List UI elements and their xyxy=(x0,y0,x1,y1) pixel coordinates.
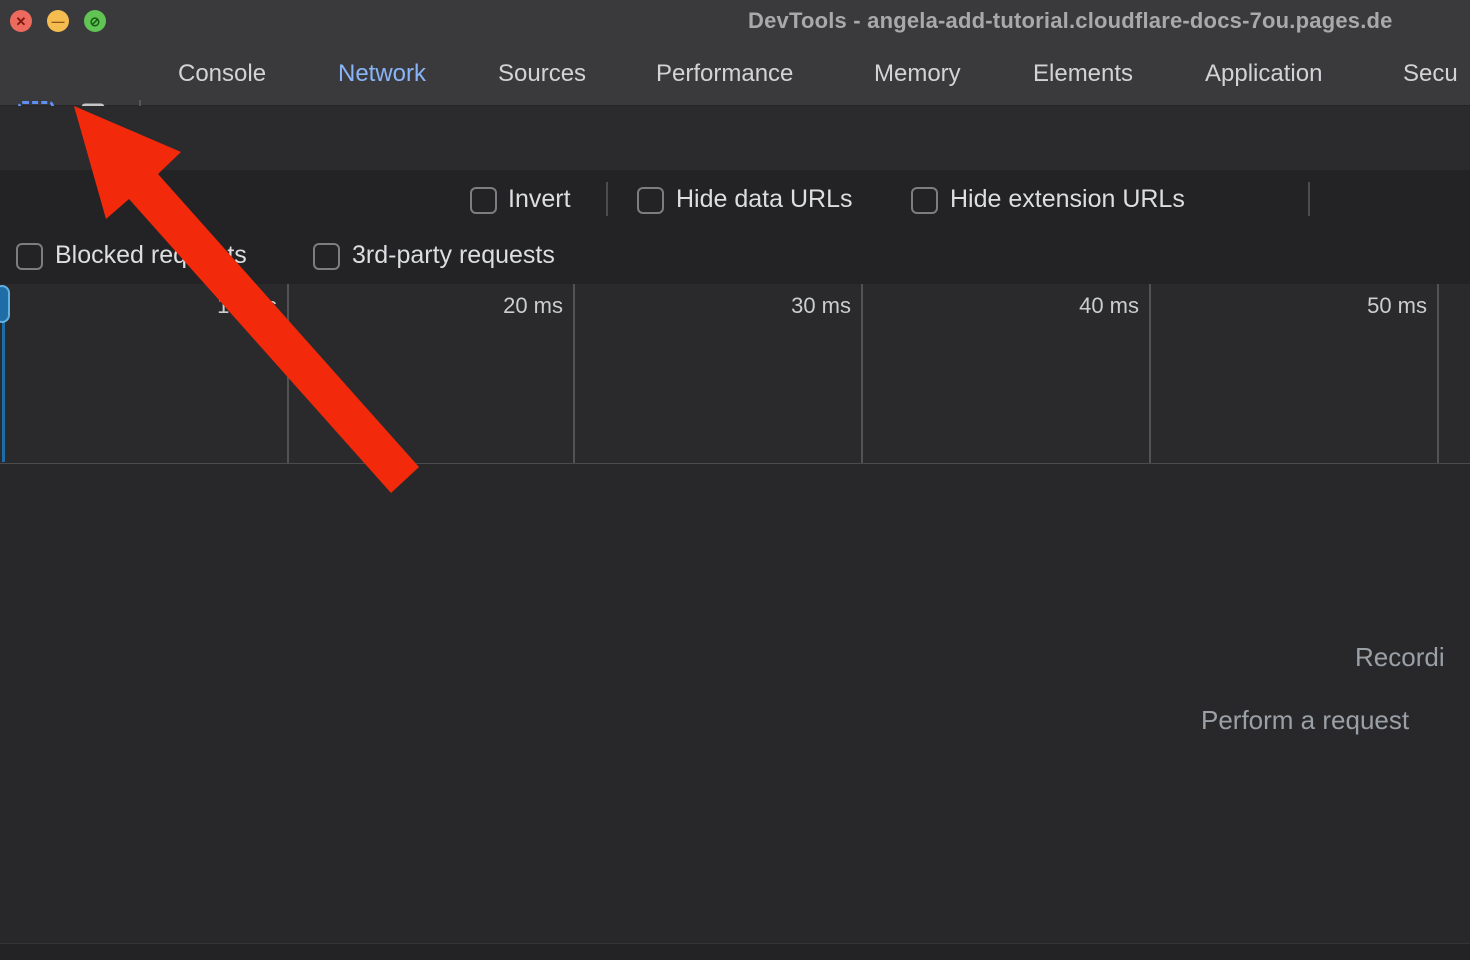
tab-console[interactable]: Console xyxy=(178,42,266,105)
timeline-selection-handle[interactable] xyxy=(0,285,10,323)
timeline-tick: 20 ms xyxy=(443,293,563,319)
invert-checkbox[interactable] xyxy=(470,187,497,214)
timeline-gridline xyxy=(1149,284,1151,463)
hide-data-urls-checkbox[interactable] xyxy=(637,187,664,214)
tab-network[interactable]: Network xyxy=(338,42,426,105)
hide-data-urls-label: Hide data URLs xyxy=(676,185,852,214)
tab-performance[interactable]: Performance xyxy=(656,42,793,105)
window-title: DevTools - angela-add-tutorial.cloudflar… xyxy=(748,8,1393,34)
zoom-window-button[interactable]: ⊘ xyxy=(84,10,106,32)
timeline-tick: 40 ms xyxy=(1019,293,1139,319)
tab-elements[interactable]: Elements xyxy=(1033,42,1133,105)
hide-extension-urls-checkbox[interactable] xyxy=(911,187,938,214)
hide-extension-urls-label: Hide extension URLs xyxy=(950,185,1185,214)
third-party-requests-checkbox[interactable] xyxy=(313,243,340,270)
requests-empty-area: Recordi Perform a request xyxy=(0,464,1470,943)
timeline-tick: 30 ms xyxy=(731,293,851,319)
bottom-strip xyxy=(0,943,1470,960)
timeline-gridline xyxy=(861,284,863,463)
devtools-tab-bar: Console Network Sources Performance Memo… xyxy=(0,42,1470,106)
timeline-tick: 10 ms xyxy=(157,293,277,319)
network-overview-timeline[interactable]: 10 ms 20 ms 30 ms 40 ms 50 ms xyxy=(0,284,1470,465)
perform-request-message: Perform a request xyxy=(1201,705,1409,736)
tab-security[interactable]: Secu xyxy=(1403,42,1458,105)
timeline-selection-line xyxy=(2,322,5,462)
blocked-requests-label: Blocked requests xyxy=(55,241,247,270)
filter-separator xyxy=(1308,182,1310,216)
tab-sources[interactable]: Sources xyxy=(498,42,586,105)
title-bar: ✕ — ⊘ DevTools - angela-add-tutorial.clo… xyxy=(0,0,1470,42)
timeline-gridline xyxy=(287,284,289,463)
filter-separator xyxy=(606,182,608,216)
third-party-requests-label: 3rd-party requests xyxy=(352,241,555,270)
timeline-tick: 50 ms xyxy=(1307,293,1427,319)
close-window-button[interactable]: ✕ xyxy=(10,10,32,32)
devtools-window: ✕ — ⊘ DevTools - angela-add-tutorial.clo… xyxy=(0,0,1470,960)
timeline-gridline xyxy=(1437,284,1439,463)
recording-message: Recordi xyxy=(1355,642,1445,673)
invert-label: Invert xyxy=(508,185,571,214)
blocked-requests-checkbox[interactable] xyxy=(16,243,43,270)
network-toolbar: Preserve log Disable cache No throttling xyxy=(0,106,1470,171)
filter-bar: Invert Hide data URLs Hide extension URL… xyxy=(0,170,1470,285)
minimize-window-button[interactable]: — xyxy=(47,10,69,32)
timeline-gridline xyxy=(573,284,575,463)
tab-memory[interactable]: Memory xyxy=(874,42,961,105)
tab-application[interactable]: Application xyxy=(1205,42,1322,105)
